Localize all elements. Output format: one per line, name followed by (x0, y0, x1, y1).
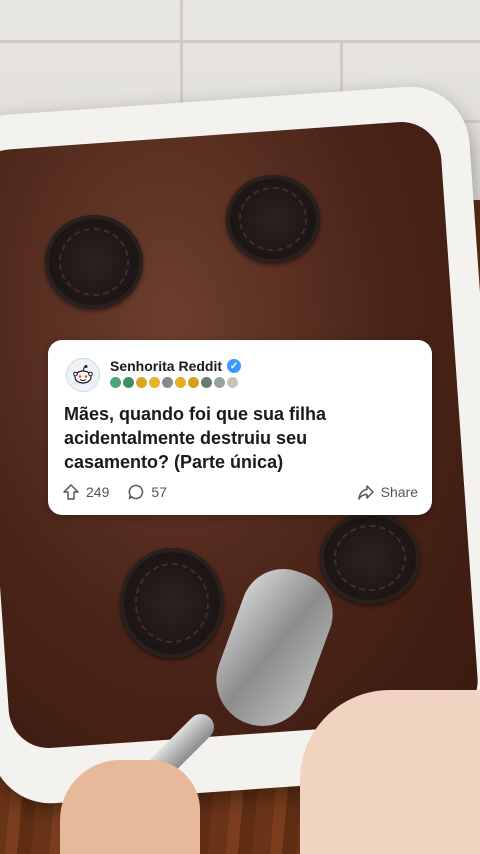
username-row[interactable]: Senhorita Reddit ✓ (110, 358, 242, 374)
share-label: Share (380, 484, 418, 500)
oreo-cookie (120, 548, 224, 658)
award-badges (110, 377, 238, 388)
upvote-icon (62, 483, 80, 501)
award-icon (162, 377, 173, 388)
award-icon (123, 377, 134, 388)
username[interactable]: Senhorita Reddit (110, 358, 222, 374)
award-icon (110, 377, 121, 388)
share-button[interactable]: Share (357, 483, 418, 501)
oreo-cookie (45, 215, 143, 309)
post-actions: 249 57 Share (62, 482, 418, 502)
share-icon (357, 483, 375, 501)
comment-icon (127, 483, 145, 501)
arm (300, 690, 480, 854)
verified-icon: ✓ (227, 359, 242, 373)
reddit-avatar-icon[interactable] (66, 358, 100, 392)
comment-button[interactable]: 57 (127, 483, 167, 501)
hand (60, 760, 200, 854)
reddit-post-card[interactable]: Senhorita Reddit ✓ Mães, quando foi que … (48, 340, 432, 515)
upvote-count: 249 (86, 484, 110, 500)
award-icon (214, 377, 225, 388)
award-icon (149, 377, 160, 388)
oreo-cookie (320, 512, 420, 604)
award-icon (188, 377, 199, 388)
post-title[interactable]: Mães, quando foi que sua filha acidental… (64, 402, 414, 474)
award-icon (175, 377, 186, 388)
comment-count: 57 (151, 484, 167, 500)
oreo-cookie (226, 175, 320, 263)
award-icon (136, 377, 147, 388)
award-icon (201, 377, 212, 388)
award-icon (227, 377, 238, 388)
upvote-button[interactable]: 249 (62, 483, 109, 501)
